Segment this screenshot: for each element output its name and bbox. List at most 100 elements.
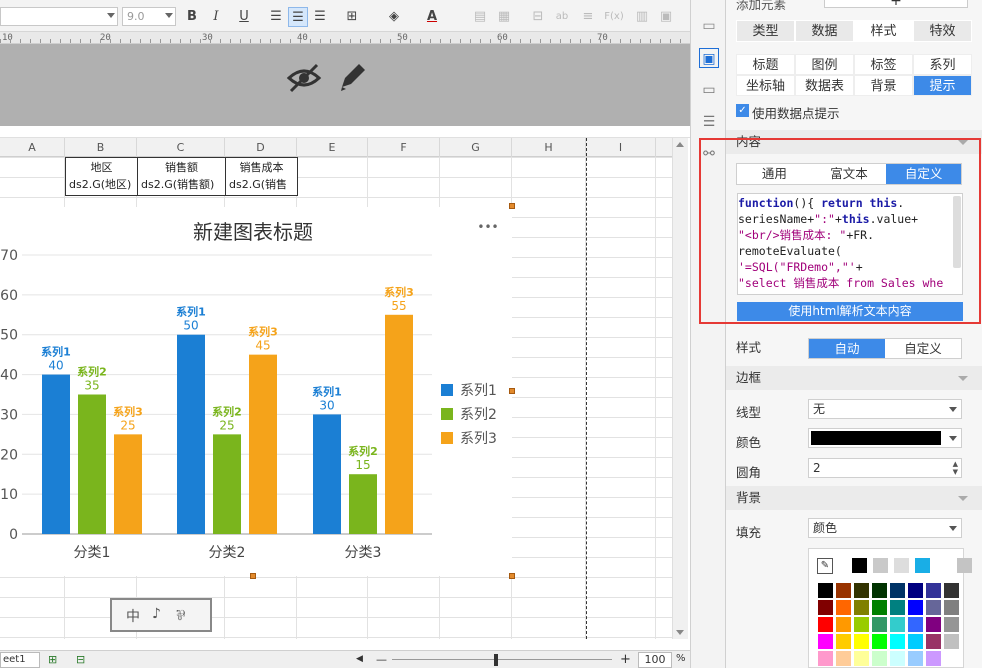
sheet-tab[interactable]: eet1: [0, 652, 40, 668]
color-swatch[interactable]: [818, 634, 833, 649]
color-swatch[interactable]: [926, 583, 941, 598]
color-swatch[interactable]: [872, 634, 887, 649]
cell-d2[interactable]: ds2.G(销售: [225, 176, 298, 196]
resize-handle-right[interactable]: [509, 388, 515, 394]
color-swatch[interactable]: [836, 634, 851, 649]
color-swatch[interactable]: [894, 558, 909, 573]
cell-element-icon[interactable]: ▭: [699, 16, 719, 36]
font-family-select[interactable]: [0, 7, 118, 26]
italic-button[interactable]: I: [206, 7, 226, 27]
merge-cells-icon[interactable]: ▤: [470, 7, 490, 27]
chart-attribute-icon[interactable]: ▣: [699, 48, 719, 68]
custom-tooltip-code-editor[interactable]: function(){ return this. seriesName+":"+t…: [737, 193, 963, 295]
color-swatch[interactable]: [836, 583, 851, 598]
code-scroll-thumb[interactable]: [953, 196, 961, 268]
font-color-icon[interactable]: A: [422, 7, 442, 27]
color-swatch[interactable]: [908, 600, 923, 615]
image-insert-icon[interactable]: ▣: [656, 7, 676, 27]
subtab-title[interactable]: 标题: [736, 54, 795, 75]
color-swatch[interactable]: [908, 617, 923, 632]
color-swatch[interactable]: [836, 600, 851, 615]
add-sheet-icon[interactable]: ⊞: [48, 653, 57, 666]
color-swatch[interactable]: [854, 651, 869, 666]
column-header-c[interactable]: C: [137, 138, 225, 157]
color-swatch[interactable]: [944, 651, 959, 666]
scroll-down-icon[interactable]: [676, 630, 684, 635]
text-style-icon[interactable]: ab: [552, 7, 572, 27]
subtab-datasheet[interactable]: 数据表: [795, 75, 854, 96]
align-right-icon[interactable]: ☰: [310, 7, 330, 27]
color-swatch[interactable]: [854, 634, 869, 649]
zoom-in-icon[interactable]: +: [620, 652, 631, 667]
color-swatch[interactable]: [890, 634, 905, 649]
chart[interactable]: 新建图表标题 ••• 70 60 50 40 30 20 10 0 40 系列1 35 系列2 25 系列3 分…: [0, 207, 512, 576]
paragraph-icon[interactable]: ≡: [578, 7, 598, 27]
color-swatch[interactable]: [944, 583, 959, 598]
cell-c1[interactable]: 销售额: [137, 157, 226, 177]
color-swatch[interactable]: [818, 651, 833, 666]
color-swatch[interactable]: [854, 583, 869, 598]
color-swatch[interactable]: [852, 558, 867, 573]
color-swatch[interactable]: [908, 583, 923, 598]
color-swatch[interactable]: [890, 583, 905, 598]
zoom-thumb[interactable]: [494, 654, 498, 666]
color-swatch[interactable]: [944, 617, 959, 632]
tab-style[interactable]: 样式: [854, 20, 913, 42]
color-swatch[interactable]: [873, 558, 888, 573]
bold-button[interactable]: B: [182, 7, 202, 27]
style-custom-option[interactable]: 自定义: [885, 339, 961, 358]
add-report-icon[interactable]: ⊟: [76, 653, 85, 666]
color-swatch[interactable]: [818, 617, 833, 632]
color-swatch[interactable]: [854, 617, 869, 632]
column-header-h[interactable]: H: [512, 138, 586, 157]
subtab-label[interactable]: 标签: [854, 54, 913, 75]
cell-b2[interactable]: ds2.G(地区): [65, 176, 138, 196]
column-header-g[interactable]: G: [440, 138, 512, 157]
scroll-left-icon[interactable]: ◀: [356, 654, 363, 664]
border-icon[interactable]: ⊞: [342, 7, 362, 27]
color-swatch[interactable]: [926, 600, 941, 615]
color-swatch[interactable]: [872, 600, 887, 615]
color-swatch[interactable]: [890, 617, 905, 632]
color-swatch[interactable]: [936, 558, 951, 573]
zoom-input[interactable]: 100: [638, 652, 672, 668]
list-icon[interactable]: ☰: [699, 112, 719, 132]
color-swatch[interactable]: [908, 651, 923, 666]
font-size-select[interactable]: 9.0: [122, 7, 176, 26]
widget-icon[interactable]: ▭: [699, 80, 719, 100]
tab-effect[interactable]: 特效: [913, 20, 972, 42]
color-swatch[interactable]: [854, 600, 869, 615]
tab-type[interactable]: 类型: [736, 20, 795, 42]
color-swatch[interactable]: [926, 617, 941, 632]
color-swatch[interactable]: [926, 651, 941, 666]
color-swatch[interactable]: [818, 600, 833, 615]
zoom-out-icon[interactable]: —: [376, 653, 387, 666]
color-swatch[interactable]: [872, 617, 887, 632]
line-type-select[interactable]: 无: [808, 399, 962, 419]
vertical-scrollbar[interactable]: [672, 138, 688, 639]
color-swatch[interactable]: [872, 651, 887, 666]
cell-c2[interactable]: ds2.G(销售额): [137, 176, 226, 196]
split-cells-icon[interactable]: ▦: [494, 7, 514, 27]
underline-button[interactable]: U: [234, 7, 254, 27]
column-header-d[interactable]: D: [225, 138, 297, 157]
zoom-slider[interactable]: [392, 659, 612, 660]
align-center-icon[interactable]: ☰: [288, 7, 308, 27]
subtab-axis[interactable]: 坐标轴: [736, 75, 795, 96]
eyedropper-icon[interactable]: ✎: [817, 558, 833, 574]
toolbox-glyph[interactable]: ⅌: [176, 606, 185, 625]
chart-insert-icon[interactable]: ▥: [632, 7, 652, 27]
column-header-i[interactable]: I: [586, 138, 656, 157]
style-auto-option[interactable]: 自动: [809, 339, 885, 358]
resize-handle-top-right[interactable]: [509, 203, 515, 209]
datapoint-tip-checkbox[interactable]: ✓: [736, 104, 749, 117]
background-section[interactable]: 背景: [726, 486, 982, 510]
color-swatch[interactable]: [944, 634, 959, 649]
toolbox-glyph[interactable]: ♪: [152, 606, 161, 622]
insert-cell-icon[interactable]: ⊟: [528, 7, 548, 27]
color-swatch[interactable]: [836, 617, 851, 632]
border-color-select[interactable]: [808, 428, 962, 448]
resize-handle-bottom-right[interactable]: [509, 573, 515, 579]
tab-data[interactable]: 数据: [795, 20, 854, 42]
input-method-toolbox[interactable]: 中 ♪ ⅌: [110, 598, 212, 632]
